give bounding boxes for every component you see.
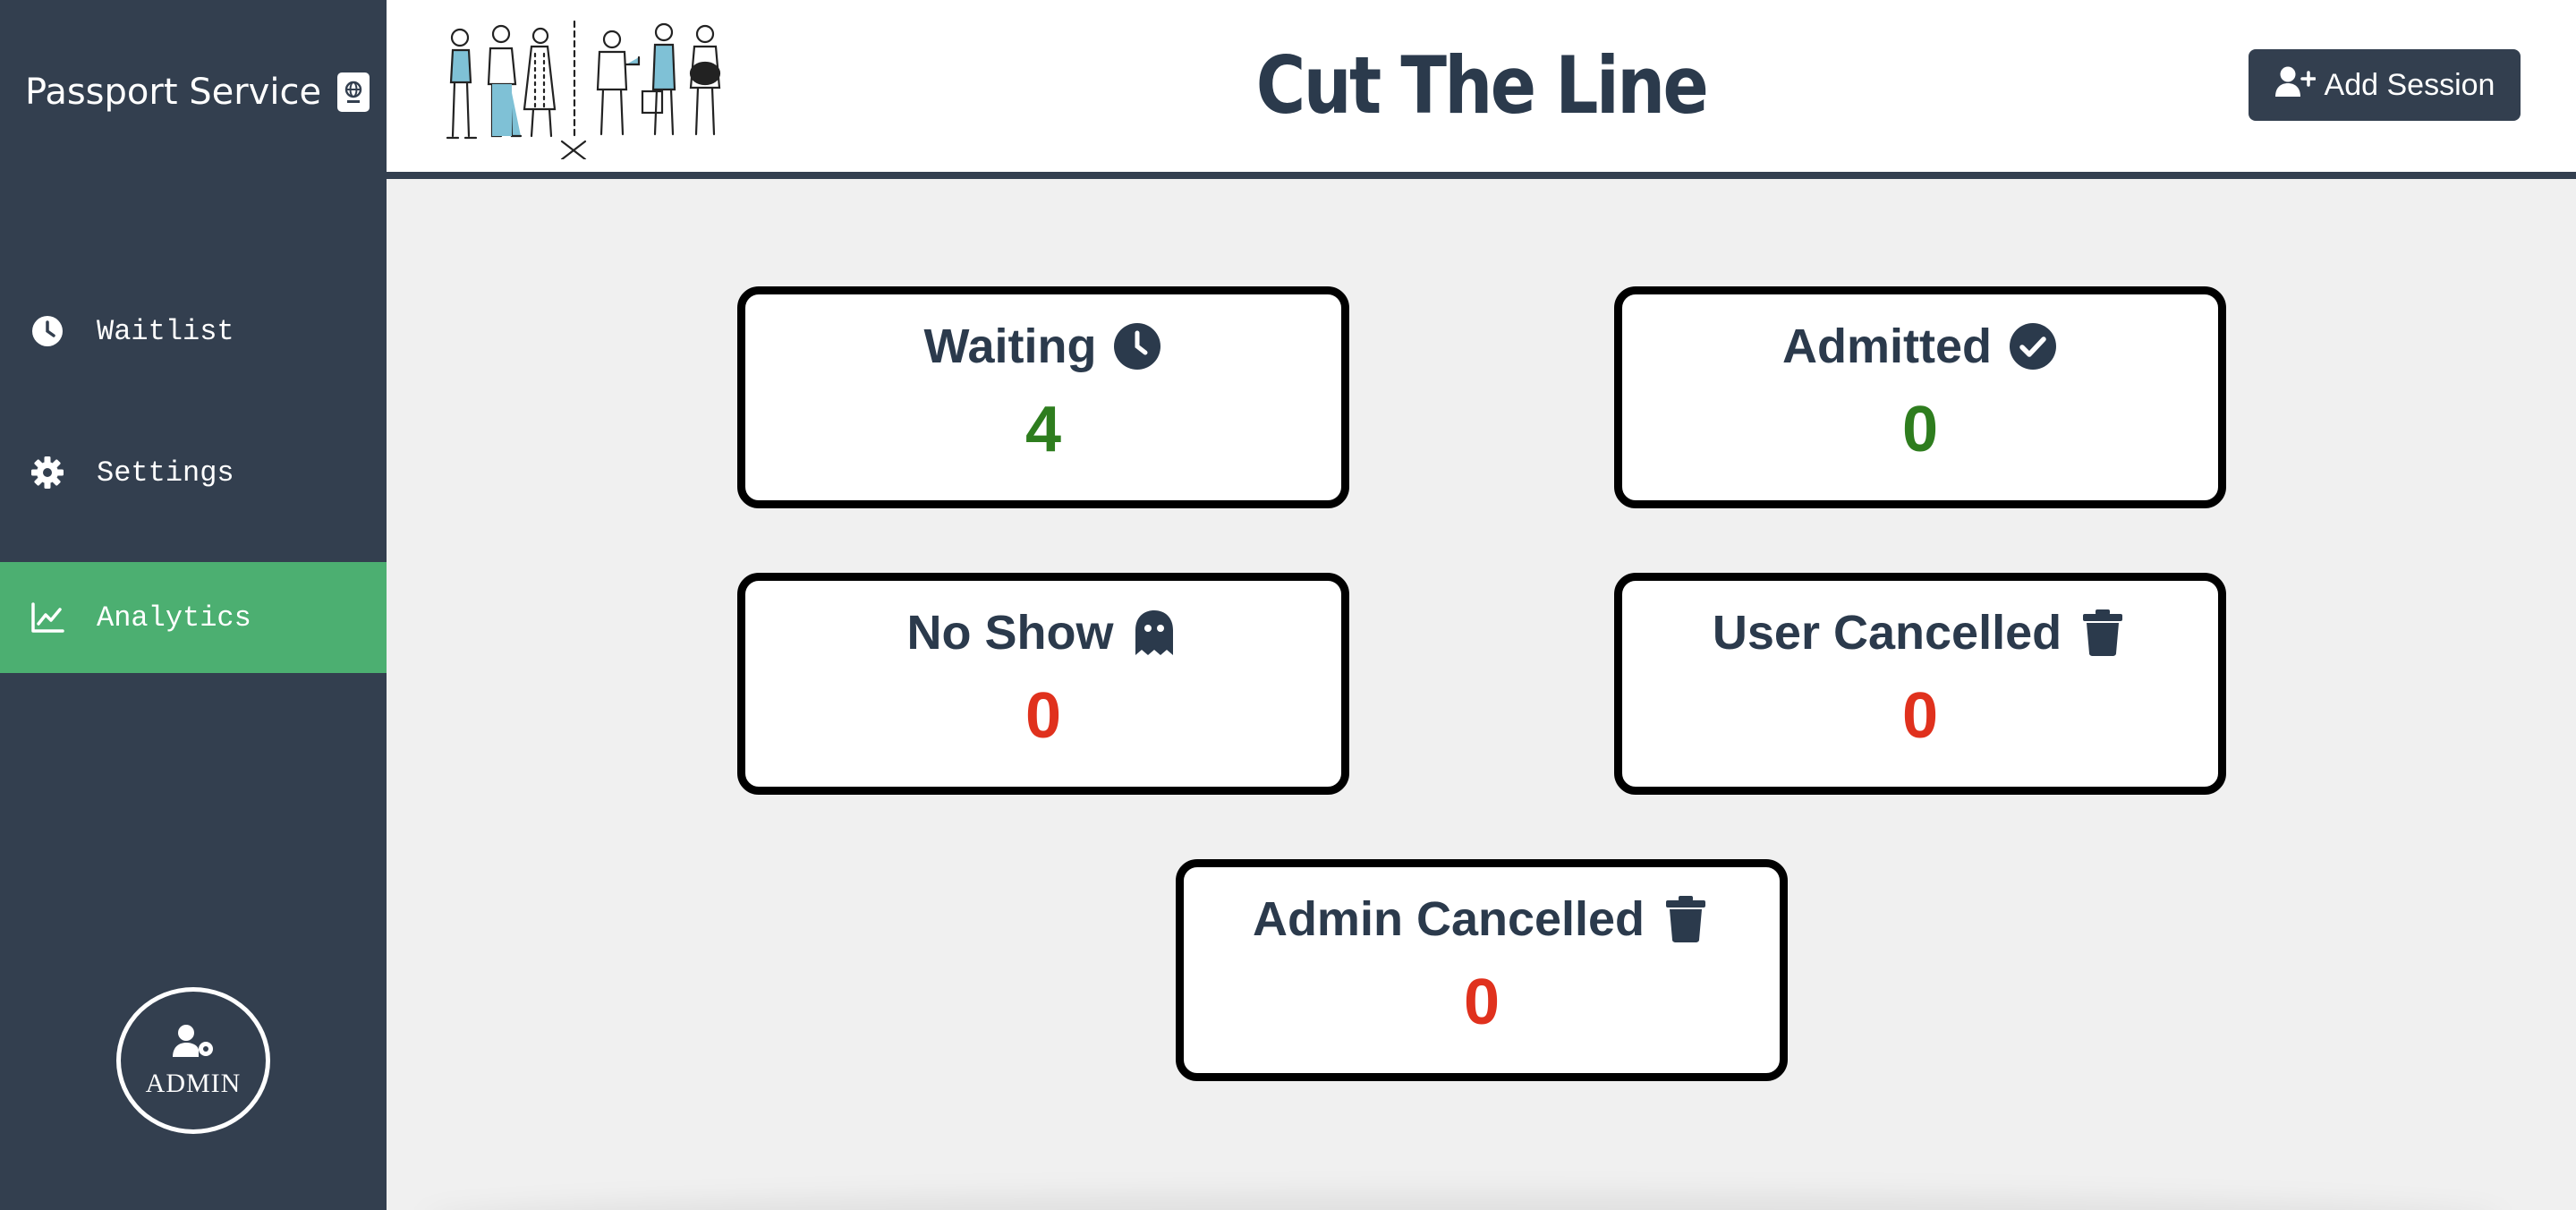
card-value: 0: [1024, 680, 1062, 752]
clock-icon: [30, 314, 64, 348]
clock-icon: [1112, 321, 1162, 371]
stat-card-user-cancelled: User Cancelled 0: [1614, 573, 2226, 795]
card-title: Admin Cancelled: [1252, 892, 1645, 946]
sidebar-item-waitlist[interactable]: Waitlist: [0, 276, 387, 387]
stat-card-admitted: Admitted 0: [1614, 286, 2226, 508]
header: Cut The Line Add Session: [387, 0, 2576, 179]
sidebar-item-analytics[interactable]: Analytics: [0, 562, 387, 673]
trash-icon: [1661, 894, 1711, 944]
add-session-button[interactable]: Add Session: [2249, 49, 2521, 121]
brand-name: Passport Service: [25, 72, 322, 113]
sidebar-item-settings[interactable]: Settings: [0, 417, 387, 528]
passport-icon: [337, 72, 370, 112]
ghost-icon: [1129, 608, 1179, 658]
brand: Passport Service: [25, 72, 370, 113]
chart-line-icon: [30, 601, 64, 635]
page-title: Cut The Line: [1255, 39, 1709, 132]
sidebar-item-label: Settings: [97, 456, 234, 490]
add-session-label: Add Session: [2324, 67, 2495, 102]
sidebar: Passport Service Waitlist Settings Analy…: [0, 0, 387, 1210]
card-title: Waiting: [923, 320, 1097, 373]
sidebar-item-label: Analytics: [97, 601, 251, 635]
card-value: 4: [1024, 394, 1062, 465]
card-title: User Cancelled: [1712, 606, 2062, 660]
stat-card-admin-cancelled: Admin Cancelled 0: [1176, 859, 1788, 1081]
card-title: Admitted: [1782, 320, 1992, 373]
check-circle-icon: [2008, 321, 2058, 371]
sidebar-item-label: Waitlist: [97, 314, 234, 348]
card-value: 0: [1463, 967, 1501, 1038]
content-bottom-shadow: [422, 1192, 2504, 1210]
user-gear-icon: [171, 1023, 216, 1063]
admin-button[interactable]: ADMIN: [116, 987, 270, 1134]
gear-icon: [30, 456, 64, 490]
admin-label: ADMIN: [145, 1068, 242, 1098]
stat-card-waiting: Waiting 4: [737, 286, 1349, 508]
card-title: No Show: [906, 606, 1114, 660]
card-value: 0: [1901, 394, 1939, 465]
user-plus-icon: [2274, 65, 2317, 106]
analytics-main: Waiting 4 Admitted 0 No Show 0 User Canc…: [387, 186, 2576, 1210]
stat-card-no-show: No Show 0: [737, 573, 1349, 795]
trash-icon: [2078, 608, 2128, 658]
card-value: 0: [1901, 680, 1939, 752]
